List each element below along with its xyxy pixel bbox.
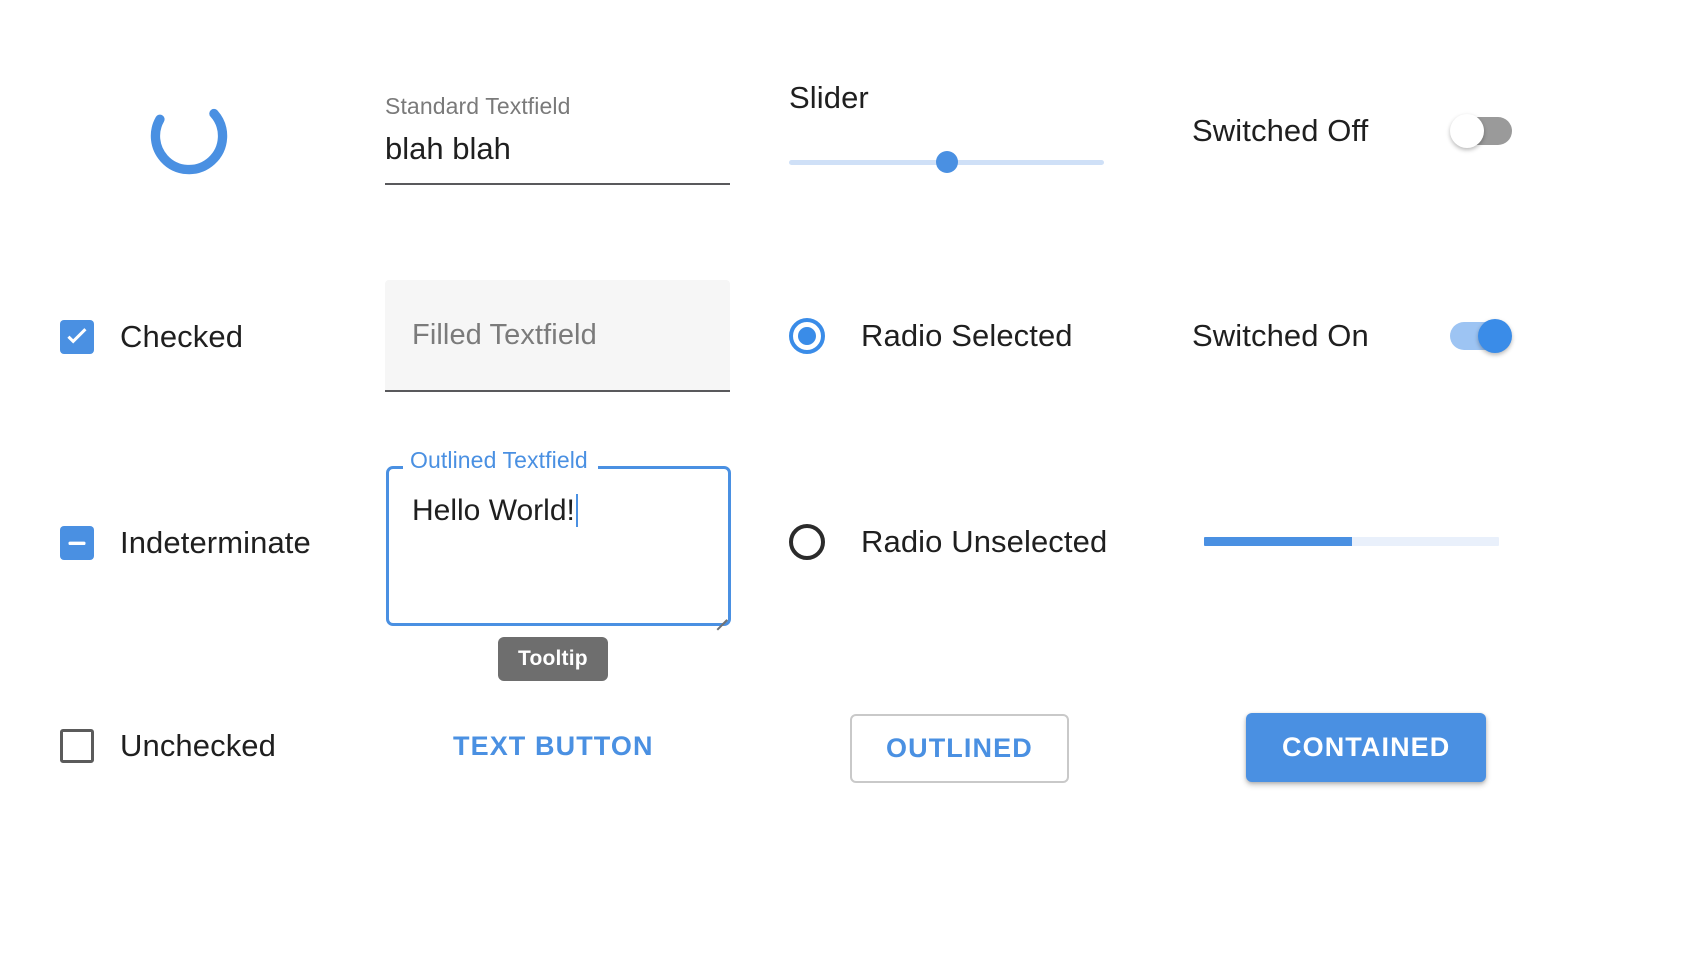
switch-on-label: Switched On <box>1192 318 1369 353</box>
slider-thumb[interactable] <box>935 151 958 173</box>
text-cursor <box>575 494 578 527</box>
contained-button[interactable]: CONTAINED <box>1246 713 1487 782</box>
radio-unselected-row[interactable]: Radio Unselected <box>789 524 1107 560</box>
outlined-textfield-border <box>386 466 731 626</box>
switch-on-row: Switched On <box>1192 318 1512 354</box>
switch-off-label: Switched Off <box>1192 113 1369 148</box>
check-icon <box>67 328 87 344</box>
linear-progress-bar <box>1204 537 1499 546</box>
switch-off-thumb[interactable] <box>1450 114 1484 148</box>
checkbox-checked[interactable] <box>60 320 94 354</box>
radio-selected-row[interactable]: Radio Selected <box>789 318 1073 354</box>
radio-selected-dot <box>798 327 816 345</box>
progress-track <box>1204 537 1499 546</box>
tooltip-text: Tooltip <box>498 637 608 681</box>
filled-textfield[interactable]: Filled Textfield <box>385 280 730 392</box>
text-button[interactable]: TEXT BUTTON <box>453 731 654 762</box>
standard-textfield[interactable]: Standard Textfield blah blah <box>385 95 730 185</box>
switch-off-row: Switched Off <box>1192 113 1512 149</box>
circular-progress-spinner <box>148 95 230 182</box>
standard-textfield-label: Standard Textfield <box>385 93 571 119</box>
outlined-button-wrap: OUTLINED <box>850 714 1069 783</box>
standard-textfield-underline <box>385 182 730 185</box>
outlined-textfield[interactable]: Outlined Textfield Hello World! <box>386 449 731 630</box>
radio-unselected[interactable] <box>789 524 825 560</box>
checkbox-indeterminate-row[interactable]: Indeterminate <box>60 525 311 561</box>
progress-fill <box>1204 537 1352 546</box>
tooltip: Tooltip <box>498 637 608 681</box>
radio-unselected-label: Radio Unselected <box>861 524 1108 559</box>
standard-textfield-value[interactable]: blah blah <box>385 131 730 183</box>
resize-handle-icon[interactable] <box>711 606 728 630</box>
slider-label: Slider <box>789 80 869 115</box>
checkbox-checked-label: Checked <box>120 319 244 354</box>
checkbox-unchecked-label: Unchecked <box>120 728 276 763</box>
outlined-button[interactable]: OUTLINED <box>850 714 1069 783</box>
outlined-textfield-value[interactable]: Hello World! <box>412 494 578 527</box>
switch-off-toggle[interactable] <box>1450 114 1512 148</box>
checkbox-checked-row[interactable]: Checked <box>60 319 243 355</box>
checkbox-unchecked-row[interactable]: Unchecked <box>60 728 276 764</box>
radio-selected[interactable] <box>789 318 825 354</box>
slider[interactable] <box>789 151 1104 173</box>
radio-selected-label: Radio Selected <box>861 318 1073 353</box>
checkbox-indeterminate-label: Indeterminate <box>120 525 311 560</box>
switch-on-toggle[interactable] <box>1450 319 1512 353</box>
contained-button-wrap: CONTAINED <box>1246 713 1487 782</box>
checkbox-indeterminate[interactable] <box>60 526 94 560</box>
filled-textfield-placeholder: Filled Textfield <box>412 318 597 351</box>
component-showcase: Standard Textfield blah blah Slider Swit… <box>0 0 1708 956</box>
outlined-textfield-label: Outlined Textfield <box>410 447 588 473</box>
checkbox-unchecked[interactable] <box>60 729 94 763</box>
slider-group: Slider <box>789 82 1104 173</box>
dash-icon <box>68 541 86 545</box>
text-button-wrap: TEXT BUTTON <box>453 731 654 762</box>
outlined-textfield-text: Hello World! <box>412 493 575 527</box>
spinner-icon <box>150 97 228 175</box>
switch-on-thumb[interactable] <box>1478 319 1512 353</box>
